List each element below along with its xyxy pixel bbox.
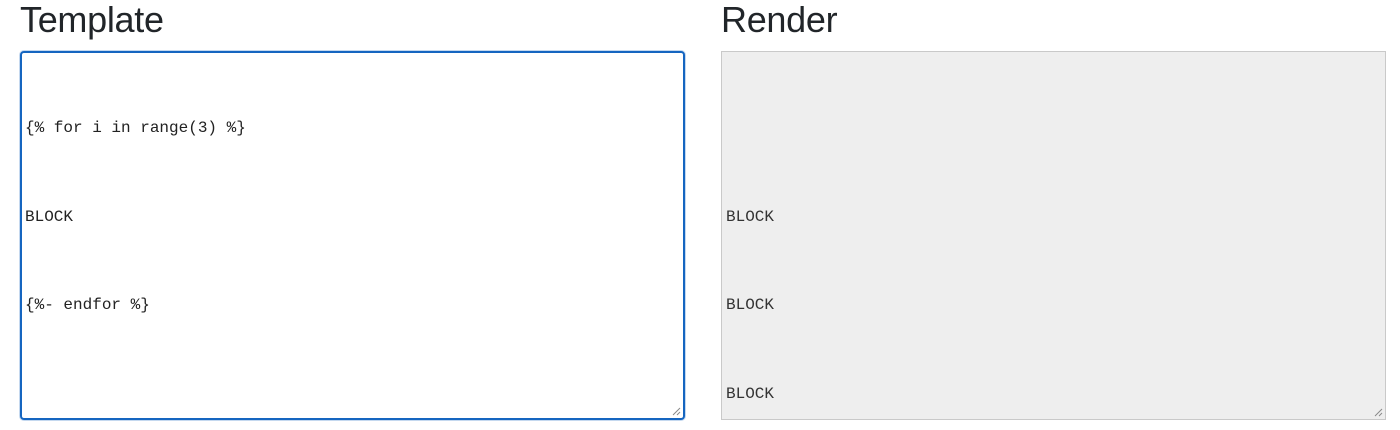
render-line (726, 114, 1381, 144)
render-output[interactable]: BLOCK BLOCK BLOCK (721, 51, 1386, 420)
template-textarea[interactable]: {% for i in range(3) %} BLOCK {%- endfor… (20, 51, 685, 420)
template-line: {% for i in range(3) %} (25, 119, 246, 137)
render-line: BLOCK (726, 207, 775, 226)
render-panel: Render BLOCK BLOCK BLOCK (721, 0, 1386, 420)
template-line: BLOCK (25, 207, 74, 226)
resize-grip-icon[interactable] (1373, 407, 1383, 417)
render-line: BLOCK (726, 384, 775, 403)
template-line: {%- endfor %} (25, 296, 150, 314)
template-panel: Template {% for i in range(3) %} BLOCK {… (20, 0, 685, 420)
render-heading: Render (721, 0, 838, 40)
resize-grip-icon[interactable] (671, 406, 681, 416)
render-line: BLOCK (726, 296, 775, 314)
app: Template {% for i in range(3) %} BLOCK {… (0, 0, 1400, 430)
template-heading: Template (20, 0, 164, 40)
